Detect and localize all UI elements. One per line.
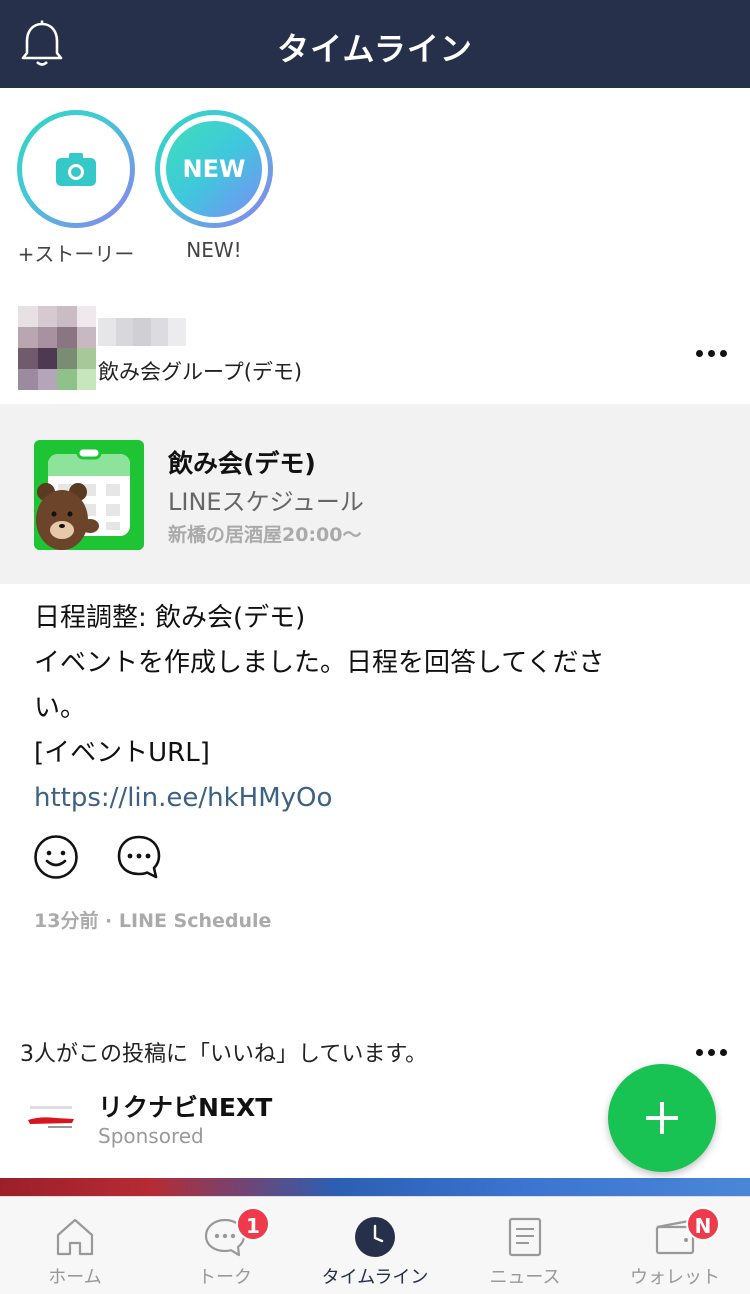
home-icon [56, 1218, 94, 1256]
sponsored-tag: Sponsored [98, 1124, 204, 1148]
story-label: +ストーリー [17, 242, 135, 266]
post-line: い。 [34, 693, 87, 723]
tab-home[interactable]: ホーム [0, 1197, 150, 1294]
tab-wallet[interactable]: N ウォレット [600, 1197, 750, 1294]
story-new-badge: NEW [166, 121, 262, 217]
event-url-link[interactable]: https://lin.ee/hkHMyOo [34, 776, 664, 821]
tab-label: ニュース [489, 1267, 561, 1288]
clock-icon [355, 1217, 395, 1257]
news-document-icon [508, 1217, 542, 1257]
post-line: [イベントURL] [34, 738, 210, 768]
post-line: イベントを作成しました。日程を回答してくださ [34, 648, 605, 678]
group-name[interactable]: 飲み会グループ(デモ) [98, 356, 302, 386]
post-meta: 13分前 · LINE Schedule [34, 910, 272, 932]
app-header: タイムライン [0, 0, 750, 88]
more-options-icon[interactable] [696, 350, 728, 358]
tab-label: タイムライン [321, 1267, 429, 1288]
advertiser-name[interactable]: リクナビNEXT [98, 1088, 272, 1124]
page-title: タイムライン [277, 30, 473, 68]
wallet-new-badge: N [686, 1207, 720, 1241]
more-options-icon[interactable] [696, 1049, 728, 1057]
likes-summary: 3人がこの投稿に「いいね」しています。 [20, 1042, 428, 1067]
line-schedule-calendar-icon [34, 440, 144, 550]
tab-label: ホーム [48, 1267, 102, 1288]
tab-news[interactable]: ニュース [450, 1197, 600, 1294]
story-add[interactable]: +ストーリー [17, 110, 135, 267]
avatar[interactable] [18, 306, 96, 390]
post-line: 日程調整: 飲み会(デモ) [34, 603, 306, 633]
smiley-like-icon[interactable] [33, 834, 79, 880]
story-new[interactable]: NEW NEW! [155, 110, 273, 262]
new-post-button[interactable] [608, 1064, 716, 1172]
post-body: 日程調整: 飲み会(デモ) イベントを作成しました。日程を回答してくださ い。 … [34, 596, 664, 821]
tab-label: ウォレット [630, 1267, 720, 1288]
story-label: NEW! [186, 238, 242, 262]
tab-label: トーク [198, 1267, 252, 1288]
camera-icon [28, 121, 124, 217]
card-title: 飲み会(デモ) [168, 449, 316, 478]
card-subtitle: LINEスケジュール [168, 488, 364, 516]
tab-talk[interactable]: 1 トーク [150, 1197, 300, 1294]
rikunabi-logo [28, 1106, 74, 1128]
card-detail: 新橋の居酒屋20:00〜 [168, 524, 362, 546]
author-name-blurred [98, 318, 186, 346]
comment-icon[interactable] [116, 834, 162, 880]
talk-unread-badge: 1 [236, 1207, 270, 1241]
bottom-tab-bar: ホーム 1 トーク タイムライン ニュース N ウォレット [0, 1196, 750, 1294]
tab-timeline[interactable]: タイムライン [300, 1197, 450, 1294]
schedule-card[interactable]: 飲み会(デモ) LINEスケジュール 新橋の居酒屋20:00〜 [0, 404, 750, 584]
